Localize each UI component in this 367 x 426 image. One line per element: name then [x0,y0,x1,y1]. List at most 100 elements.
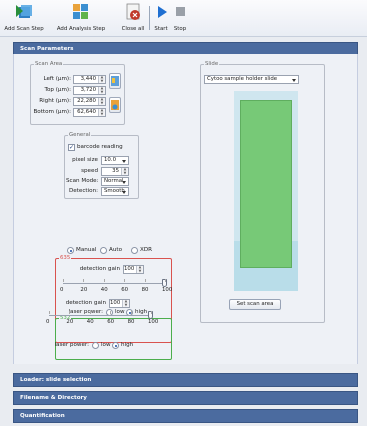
start-button[interactable]: Start [153,3,169,35]
bottom-input[interactable]: 62,640 ▲ ▼ [73,108,106,117]
set-scan-area-button[interactable]: Set scan area [229,299,281,310]
left-value: 3,440 [80,76,96,82]
top-input[interactable]: 3,720 ▲ ▼ [73,86,106,95]
barcode-checkbox[interactable]: ✓ [68,144,75,151]
barcode-label: barcode reading [77,144,123,150]
chevron-down-icon [292,79,296,82]
gain-635-value: 100 [124,266,135,272]
xdr-radio[interactable] [131,247,138,254]
laser-532-high-label: high [121,342,134,348]
spin-arrows-icon[interactable]: ▲ ▼ [136,265,143,273]
spin-arrows-icon[interactable]: ▲ ▼ [98,108,105,116]
top-label: Top (µm): [44,87,71,93]
gain-635-slider-track[interactable] [63,283,165,284]
slider-scale-label: 20 [66,319,74,325]
detection-select[interactable]: Smooth [101,187,129,196]
close-all-icon [124,3,142,21]
loader-section-header[interactable]: Loader: slide selection [13,373,358,387]
slider-scale-label: 60 [107,319,115,325]
start-label: Start [154,26,168,32]
top-value: 3,720 [80,87,96,93]
add-analysis-step-button[interactable]: Add Analysis Step [52,3,110,35]
slider-scale-label: 0 [60,287,64,293]
auto-radio[interactable] [100,247,107,254]
add-analysis-step-label: Add Analysis Step [56,26,106,32]
edit-area-icon [111,100,119,110]
slide-type-value: Cytoo sample holder slide [207,76,278,82]
stop-label: Stop [173,26,187,32]
add-scan-step-icon [15,3,33,21]
spin-arrows-icon[interactable]: ▲ ▼ [121,167,128,175]
left-input[interactable]: 3,440 ▲ ▼ [73,75,106,84]
pixel-size-value: 10.0 [104,157,117,163]
slider-tick [49,311,50,314]
add-scan-step-button[interactable]: Add Scan Step [4,3,44,35]
slider-scale-label: 60 [121,287,129,293]
scan-area-rectangle[interactable] [240,100,292,268]
slider-scale-label: 100 [148,319,159,325]
scan-mode-label: Scan Mode: [66,178,99,184]
close-all-button[interactable]: Close all [119,3,147,35]
chevron-down-icon [122,160,126,163]
slider-scale-label: 100 [162,287,173,293]
quantification-section-header[interactable]: Quantification [13,409,358,423]
add-analysis-step-icon [72,3,90,21]
spin-arrows-icon[interactable]: ▲ ▼ [98,86,105,94]
add-scan-step-label: Add Scan Step [4,26,44,32]
laser-532-label: laser power: [54,342,90,348]
slider-scale-label: 20 [80,287,88,293]
toolbar: Add Scan Step Add Analysis Step Close al… [0,0,367,37]
scan-mode-select[interactable]: Normal [101,177,129,186]
stop-icon [172,3,190,21]
laser-532-high-radio[interactable] [112,342,119,349]
slider-tick [144,279,146,282]
right-input[interactable]: 22,280 ▲ ▼ [73,97,106,106]
slide-type-select[interactable]: Cytoo sample holder slide [204,75,299,84]
stop-button[interactable]: Stop [172,3,188,35]
speed-label: speed [81,168,98,174]
slider-tick [89,311,91,314]
auto-label: Auto [109,247,122,253]
gain-532-label: detection gain [65,300,106,306]
pixel-size-select[interactable]: 10.0 [101,156,129,165]
slider-scale-label: 40 [100,287,108,293]
slider-tick [83,279,85,282]
gain-635-label: detection gain [79,266,120,272]
detection-label: Detection: [68,188,98,194]
bottom-value: 62,640 [77,109,96,115]
spin-arrows-icon[interactable]: ▲ ▼ [98,97,105,105]
right-value: 22,280 [77,98,96,104]
speed-value: 35 [112,168,119,174]
slide-preview[interactable] [234,91,298,291]
general-legend: General [69,132,91,138]
laser-532-low-label: low [101,342,111,348]
import-area-icon [111,76,119,86]
spin-arrows-icon[interactable]: ▲ ▼ [98,75,105,83]
bottom-label: Bottom (µm): [33,109,71,115]
channel-635-legend: 635 [60,255,71,261]
gain-532-slider-track[interactable] [49,315,151,316]
slider-tick [130,311,132,314]
xdr-label: XDR [140,247,153,253]
slider-tick [110,311,112,314]
spin-arrows-icon[interactable]: ▲ ▼ [122,299,129,307]
slider-scale-label: 80 [141,287,149,293]
edit-area-button[interactable] [109,97,121,113]
laser-532-low-radio[interactable] [92,342,99,349]
slider-tick [124,279,126,282]
gain-635-input[interactable]: 100 ▲ ▼ [123,265,144,274]
manual-label: Manual [76,247,97,253]
slider-scale-label: 0 [46,319,50,325]
filename-section-header[interactable]: Filename & Directory [13,391,358,405]
speed-input[interactable]: 35 ▲ ▼ [101,167,129,176]
right-label: Right (µm): [39,98,71,104]
gain-532-value: 100 [110,300,121,306]
scan-mode-value: Normal [104,178,124,184]
slider-tick [151,311,152,314]
import-area-button[interactable] [109,73,121,89]
gain-532-input[interactable]: 100 ▲ ▼ [109,299,130,308]
play-icon [153,3,171,21]
chevron-down-icon [122,191,126,194]
slider-scale-label: 80 [127,319,135,325]
manual-radio[interactable] [67,247,74,254]
